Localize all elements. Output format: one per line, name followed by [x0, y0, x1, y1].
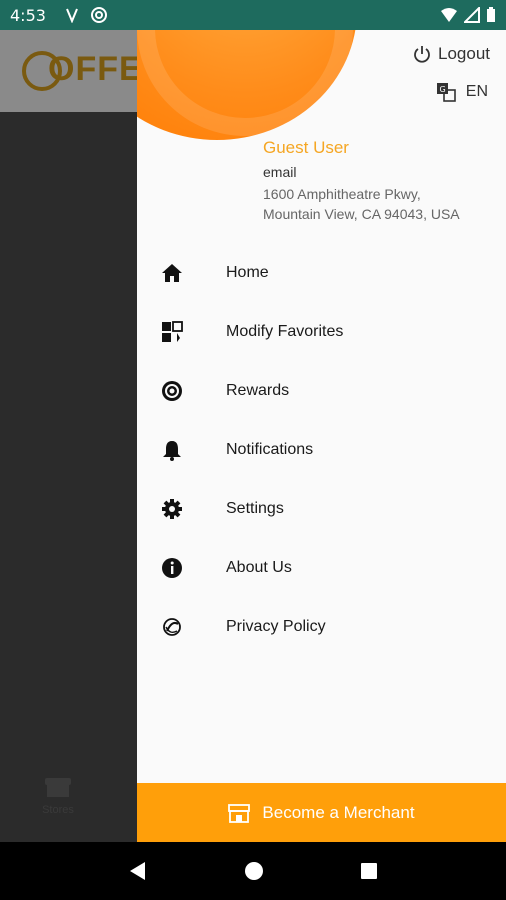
user-info: Guest User email 1600 Amphitheatre Pkwy,… — [263, 138, 460, 224]
menu-item-settings[interactable]: Settings — [137, 479, 506, 538]
cell-signal-icon — [464, 7, 480, 23]
status-system-icons — [440, 7, 496, 23]
user-address-line1: 1600 Amphitheatre Pkwy, — [263, 186, 421, 202]
recents-icon[interactable] — [360, 862, 378, 880]
menu-item-label: Modify Favorites — [226, 322, 344, 340]
bell-icon — [160, 438, 184, 462]
user-email: email — [263, 164, 297, 180]
translate-icon: G — [436, 83, 456, 102]
app-body — [0, 112, 137, 842]
menu-item-notifications[interactable]: Notifications — [137, 420, 506, 479]
system-navigation-bar — [0, 842, 506, 900]
favorites-icon — [160, 320, 184, 344]
app-header: OFFERS — [0, 30, 137, 112]
privacy-icon — [160, 615, 184, 639]
power-icon — [414, 46, 430, 63]
logout-button[interactable]: Logout — [412, 44, 490, 64]
menu-item-about-us[interactable]: About Us — [137, 538, 506, 597]
menu-item-home[interactable]: Home — [137, 243, 506, 302]
menu-item-label: Privacy Policy — [226, 617, 326, 635]
menu-item-label: Home — [226, 263, 269, 281]
menu-item-modify-favorites[interactable]: Modify Favorites — [137, 302, 506, 361]
menu-item-label: Notifications — [226, 440, 314, 458]
store-icon — [45, 778, 71, 797]
menu-item-privacy-policy[interactable]: Privacy Policy — [137, 597, 506, 656]
status-notification-icons — [64, 6, 108, 24]
signal-slash-icon — [66, 8, 78, 23]
language-label: EN — [465, 83, 488, 100]
menu-item-label: Rewards — [226, 381, 290, 399]
svg-text:G: G — [439, 85, 445, 94]
home-circle-icon[interactable] — [244, 861, 264, 881]
logo-text: OFFERS — [48, 50, 137, 88]
menu-item-rewards[interactable]: Rewards — [137, 361, 506, 420]
tab-stores-label: Stores — [42, 804, 74, 816]
back-icon[interactable] — [128, 861, 148, 881]
info-icon — [160, 556, 184, 580]
rewards-icon — [160, 379, 184, 403]
home-icon — [160, 261, 184, 285]
user-name: Guest User — [263, 138, 349, 157]
drawer-header-decoration — [137, 30, 357, 140]
gear-icon — [160, 497, 184, 521]
battery-icon — [487, 7, 495, 22]
become-merchant-button[interactable]: Become a Merchant — [137, 783, 506, 842]
user-address-line2: Mountain View, CA 94043, USA — [263, 206, 460, 222]
drawer-menu: Home Modify Favorites Rewards Notificati… — [137, 243, 506, 656]
language-selector[interactable]: G EN — [436, 82, 488, 102]
navigation-drawer: Logout G EN Guest User email 1600 Amphit… — [137, 30, 506, 842]
logout-label: Logout — [438, 44, 490, 63]
menu-item-label: About Us — [226, 558, 292, 576]
sync-icon — [90, 7, 107, 23]
store-icon — [228, 803, 251, 823]
tab-stores[interactable]: Stores — [30, 776, 86, 816]
become-merchant-label: Become a Merchant — [262, 802, 415, 822]
status-bar: 4:53 — [0, 0, 506, 30]
wifi-icon — [441, 8, 457, 22]
menu-item-label: Settings — [226, 499, 284, 517]
background-app[interactable]: OFFERS Stores — [0, 30, 137, 842]
app-logo: OFFERS — [22, 50, 137, 92]
status-time: 4:53 — [10, 5, 46, 25]
